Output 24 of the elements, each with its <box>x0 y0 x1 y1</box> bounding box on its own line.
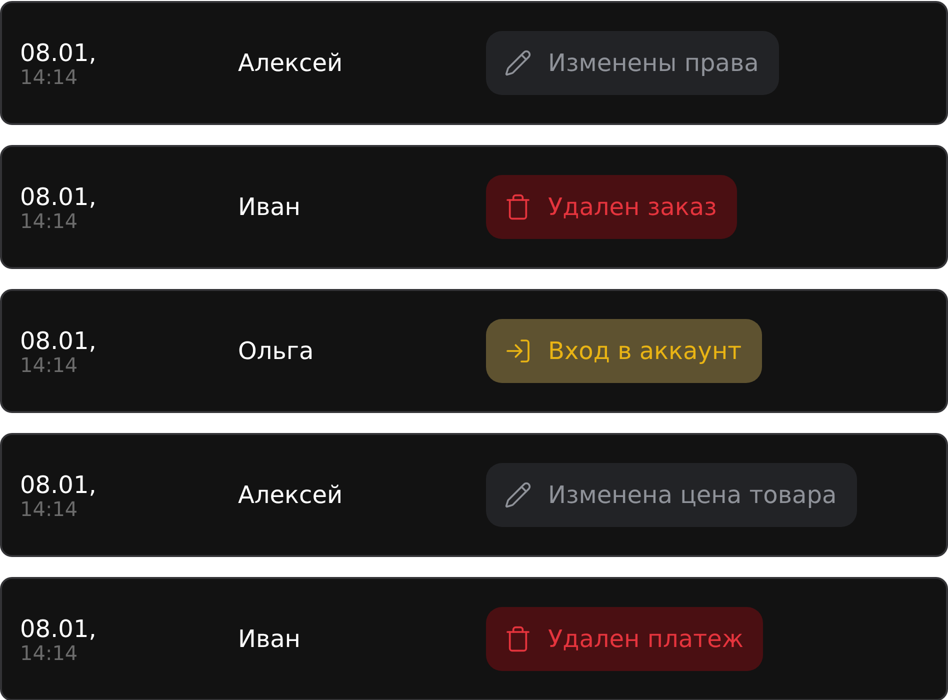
user-name: Алексей <box>238 49 344 77</box>
time-text: 14:14 <box>20 211 79 231</box>
time-text: 14:14 <box>20 643 79 663</box>
pencil-icon <box>504 49 532 77</box>
time-text: 14:14 <box>20 355 79 375</box>
action-label: Изменены права <box>548 49 759 77</box>
date-text: 08.01, <box>20 39 98 67</box>
action-label: Вход в аккаунт <box>548 337 742 365</box>
action-label: Удален платеж <box>548 625 744 653</box>
date-text: 08.01, <box>20 471 98 499</box>
trash-icon <box>504 625 532 653</box>
date-text: 08.01, <box>20 327 98 355</box>
action-label: Удален заказ <box>548 193 717 221</box>
time-text: 14:14 <box>20 67 79 87</box>
user-name: Иван <box>238 625 302 653</box>
action-label: Изменена цена товара <box>548 481 837 509</box>
user-name: Алексей <box>238 481 344 509</box>
trash-icon <box>504 193 532 221</box>
date-text: 08.01, <box>20 615 98 643</box>
user-name: Ольга <box>238 337 315 365</box>
time-text: 14:14 <box>20 499 79 519</box>
user-name: Иван <box>238 193 302 221</box>
pencil-icon <box>504 481 532 509</box>
date-text: 08.01, <box>20 183 98 211</box>
